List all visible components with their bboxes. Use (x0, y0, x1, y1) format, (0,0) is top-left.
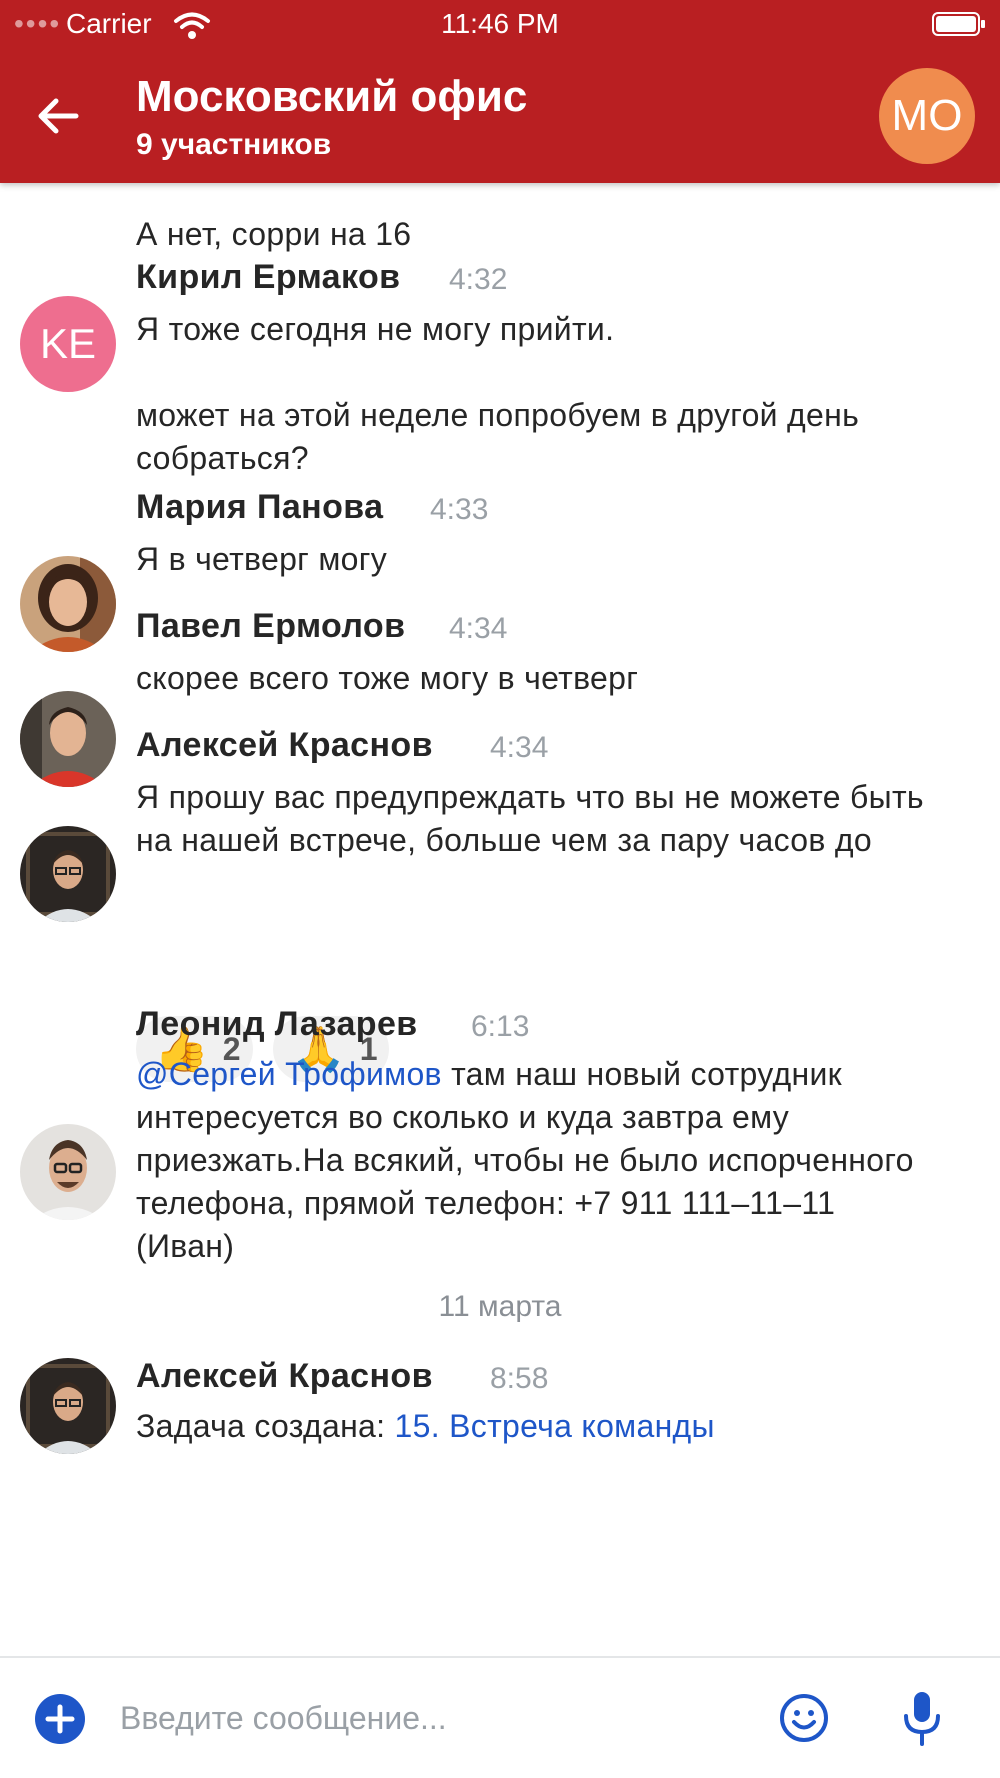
message-author[interactable]: Алексей Краснов (136, 726, 433, 765)
message-author[interactable]: Леонид Лазарев (136, 1005, 418, 1044)
message-text: Я в четверг могу (136, 541, 388, 577)
clock: 11:46 PM (441, 8, 559, 39)
avatar[interactable]: KE (20, 296, 116, 392)
message-text: @Сергей Трофимов там наш новый сотрудник… (136, 1056, 923, 1264)
app-header: •••• Carrier 11:46 PM Московский офис 9 … (0, 0, 1000, 183)
message-time: 4:34 (449, 612, 508, 645)
avatar[interactable] (20, 1358, 116, 1454)
message-author[interactable]: Алексей Краснов (136, 1357, 433, 1396)
chat-avatar[interactable]: MO (879, 68, 975, 164)
avatar[interactable] (20, 1124, 116, 1220)
arrow-left-icon (38, 98, 79, 134)
task-link[interactable]: 15. Встреча команды (395, 1408, 715, 1444)
back-button[interactable] (30, 88, 86, 144)
message-text: Я тоже сегодня не могу прийти. может на … (136, 311, 860, 476)
message-author[interactable]: Мария Панова (136, 488, 383, 527)
avatar[interactable] (20, 691, 116, 787)
plus-icon (45, 1704, 75, 1734)
message-text: Задача создана: 15. Встреча команды (136, 1408, 715, 1444)
message-author[interactable]: Кирил Ермаков (136, 258, 400, 297)
message-composer (0, 1656, 1000, 1778)
message-time: 4:33 (430, 493, 489, 526)
avatar[interactable] (20, 556, 116, 652)
microphone-icon[interactable] (900, 1690, 944, 1746)
date-separator: 11 марта (438, 1290, 562, 1323)
avatar[interactable] (20, 826, 116, 922)
user-photo-icon (20, 1124, 116, 1220)
status-bar: •••• Carrier 11:46 PM (0, 0, 1000, 48)
user-photo-icon (20, 556, 116, 652)
user-photo-icon (20, 826, 116, 922)
message-text: А нет, сорри на 16 (136, 216, 412, 252)
mention-link[interactable]: @Сергей Трофимов (136, 1056, 442, 1092)
message-text: Я прошу вас предупреждать что вы не може… (136, 779, 934, 858)
user-photo-icon (20, 1358, 116, 1454)
message-input[interactable] (120, 1684, 740, 1752)
message-time: 4:34 (490, 731, 549, 764)
participants-count[interactable]: 9 участников (136, 128, 331, 162)
emoji-icon[interactable] (778, 1692, 830, 1744)
message-time: 6:13 (471, 1010, 530, 1043)
message-time: 8:58 (490, 1362, 549, 1395)
user-photo-icon (20, 691, 116, 787)
message-author[interactable]: Павел Ермолов (136, 607, 405, 646)
add-attachment-button[interactable] (35, 1694, 85, 1744)
battery-icon (932, 12, 985, 36)
message-feed[interactable]: А нет, сорри на 16 KE Кирил Ермаков 4:32… (0, 183, 1000, 1656)
chat-title: Московский офис (136, 72, 528, 121)
message-time: 4:32 (449, 263, 508, 296)
message-text: скорее всего тоже могу в четверг (136, 660, 639, 696)
